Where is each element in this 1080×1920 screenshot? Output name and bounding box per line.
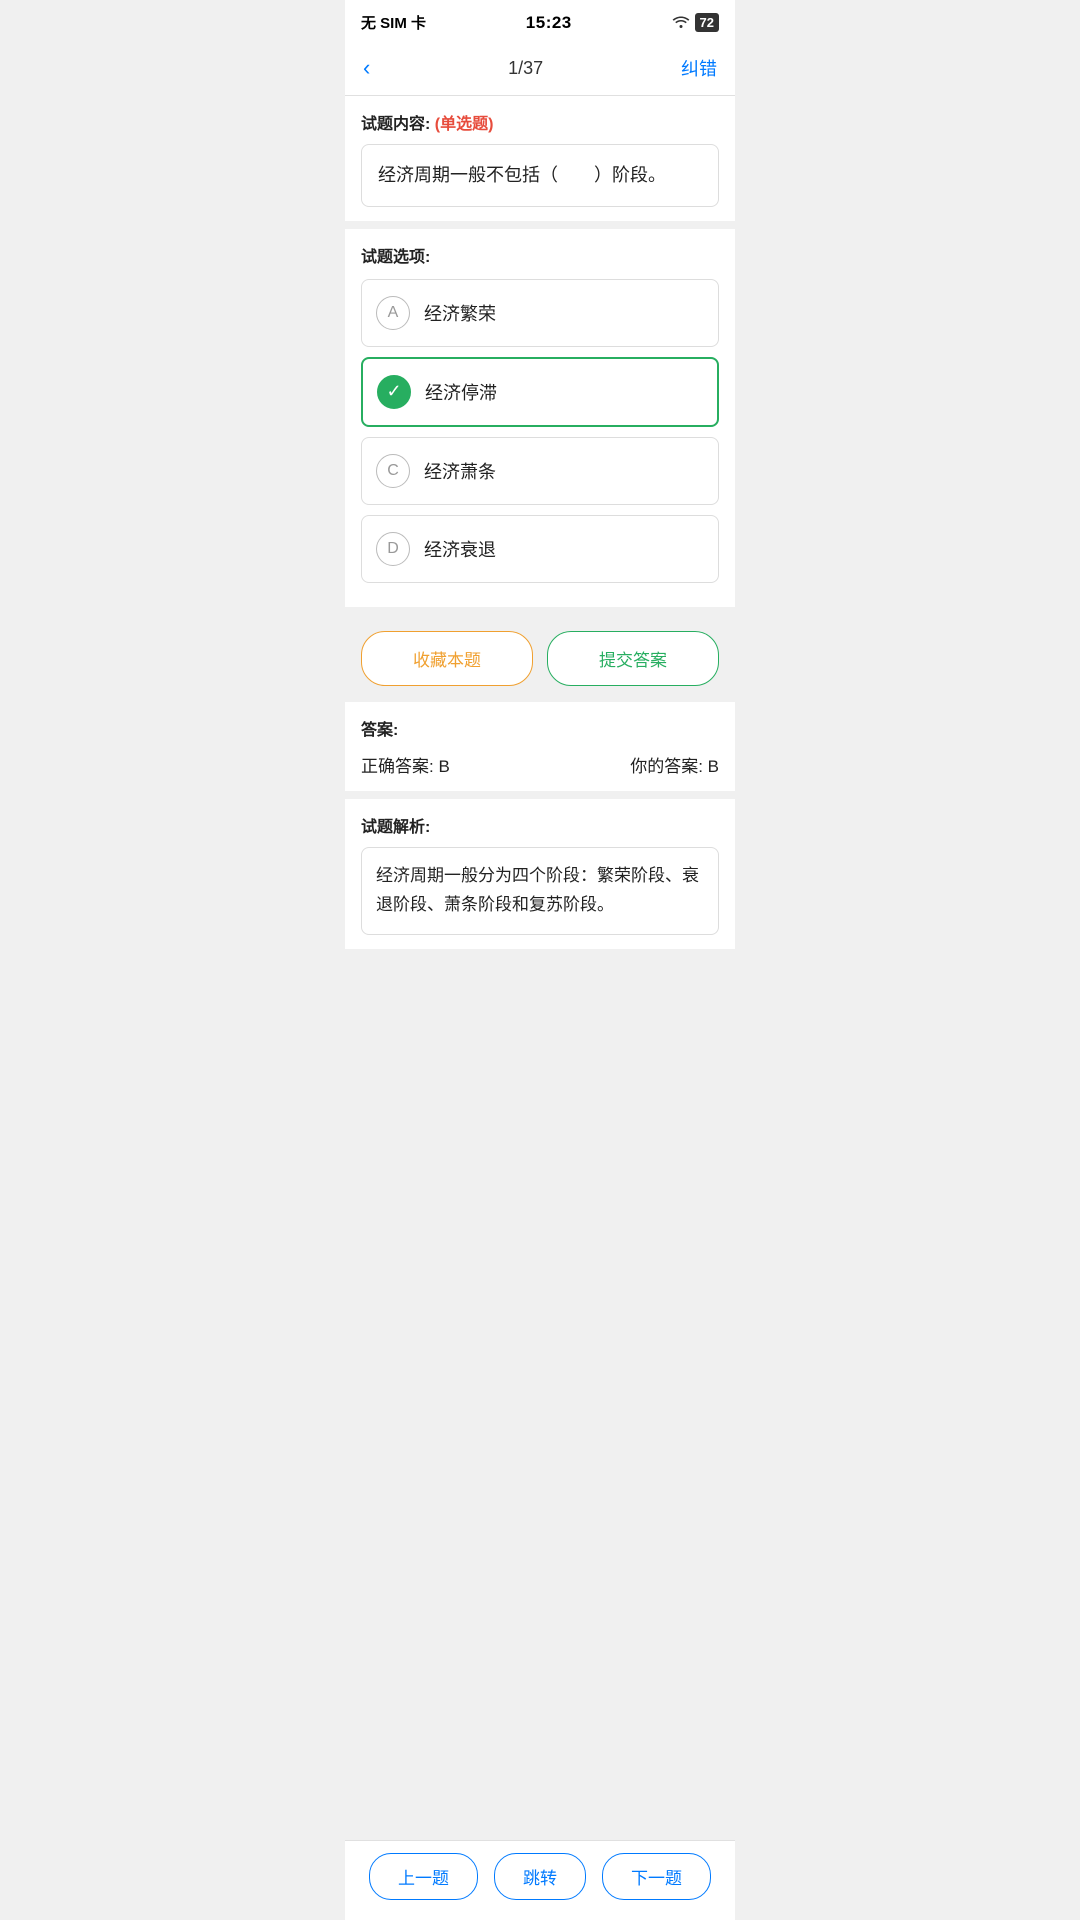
analysis-title: 试题解析: (361, 813, 719, 837)
correction-button[interactable]: 纠错 (681, 55, 717, 81)
question-type: (单选题) (435, 116, 494, 133)
question-label-prefix: 试题内容: (361, 116, 430, 133)
options-section: 试题选项: A 经济繁荣 ✓ 经济停滞 C 经济萧条 D (345, 229, 735, 607)
option-c-key: C (387, 462, 399, 480)
analysis-text: 经济周期一般分为四个阶段：繁荣阶段、衰退阶段、萧条阶段和复苏阶段。 (361, 847, 719, 935)
next-button[interactable]: 下一题 (602, 1853, 711, 1900)
answer-row: 正确答案: B 你的答案: B (361, 752, 719, 777)
analysis-section: 试题解析: 经济周期一般分为四个阶段：繁荣阶段、衰退阶段、萧条阶段和复苏阶段。 (345, 799, 735, 949)
jump-button[interactable]: 跳转 (494, 1853, 586, 1900)
sim-text: 无 SIM 卡 (361, 12, 426, 33)
time-display: 15:23 (526, 13, 572, 33)
answer-title: 答案: (361, 716, 719, 740)
back-button[interactable]: ‹ (363, 55, 370, 81)
wifi-icon (672, 14, 690, 31)
question-text: 经济周期一般不包括（ ）阶段。 (361, 144, 719, 207)
option-a-key: A (388, 304, 399, 322)
status-bar: 无 SIM 卡 15:23 72 (345, 0, 735, 41)
question-label: 试题内容: (单选题) (361, 110, 719, 134)
option-d-text: 经济衰退 (424, 536, 496, 562)
check-icon: ✓ (386, 381, 401, 402)
option-b-text: 经济停滞 (425, 379, 497, 405)
option-b-circle: ✓ (377, 375, 411, 409)
main-content: 试题内容: (单选题) 经济周期一般不包括（ ）阶段。 试题选项: A 经济繁荣… (345, 96, 735, 1037)
your-answer: 你的答案: B (630, 752, 719, 777)
correct-answer: 正确答案: B (361, 752, 450, 777)
progress-label: 1/37 (508, 58, 543, 79)
submit-button[interactable]: 提交答案 (547, 631, 719, 686)
battery-indicator: 72 (695, 13, 719, 32)
collect-button[interactable]: 收藏本题 (361, 631, 533, 686)
option-b[interactable]: ✓ 经济停滞 (361, 357, 719, 427)
action-buttons: 收藏本题 提交答案 (345, 615, 735, 702)
prev-button[interactable]: 上一题 (369, 1853, 478, 1900)
option-d-circle: D (376, 532, 410, 566)
status-icons: 72 (672, 13, 719, 32)
option-c[interactable]: C 经济萧条 (361, 437, 719, 505)
option-a-circle: A (376, 296, 410, 330)
option-d[interactable]: D 经济衰退 (361, 515, 719, 583)
option-c-circle: C (376, 454, 410, 488)
option-d-key: D (387, 540, 399, 558)
question-section: 试题内容: (单选题) 经济周期一般不包括（ ）阶段。 (345, 96, 735, 221)
options-label: 试题选项: (361, 243, 719, 267)
option-a[interactable]: A 经济繁荣 (361, 279, 719, 347)
bottom-nav: 上一题 跳转 下一题 (345, 1840, 735, 1920)
option-c-text: 经济萧条 (424, 458, 496, 484)
option-a-text: 经济繁荣 (424, 300, 496, 326)
answer-section: 答案: 正确答案: B 你的答案: B (345, 702, 735, 791)
nav-bar: ‹ 1/37 纠错 (345, 41, 735, 96)
